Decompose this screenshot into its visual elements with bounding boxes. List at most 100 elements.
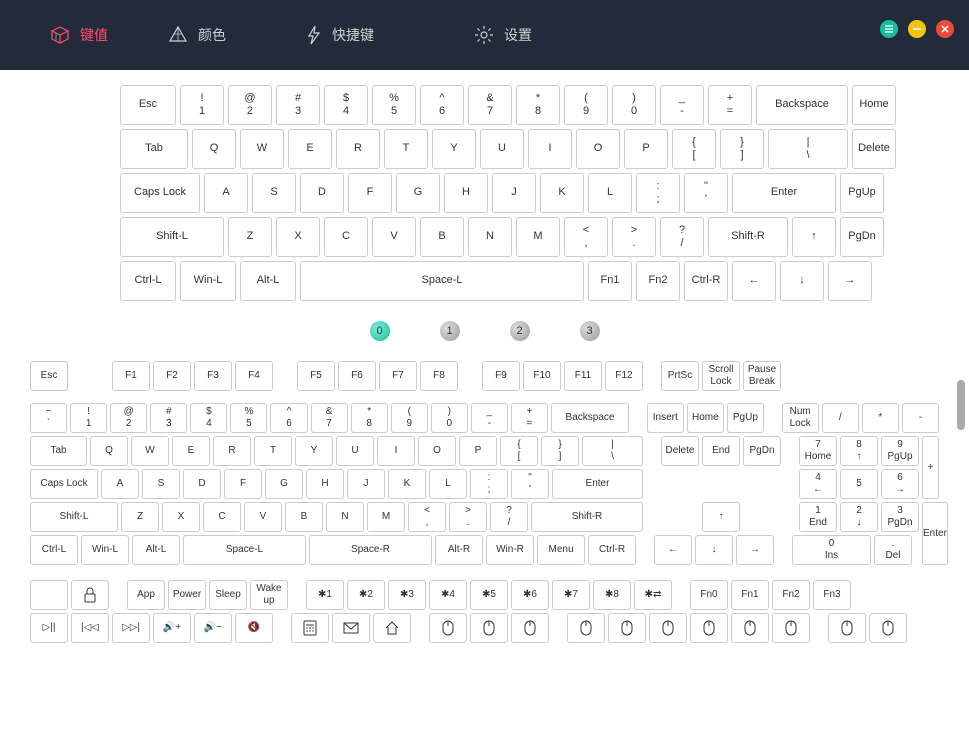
key-pgup[interactable]: PgUp	[727, 403, 764, 433]
key-mouse-8[interactable]	[731, 613, 769, 643]
key-b[interactable]: B	[420, 217, 464, 257]
key-j[interactable]: J	[492, 173, 536, 213]
key-f10[interactable]: F10	[523, 361, 561, 391]
key-5[interactable]: % 5	[230, 403, 267, 433]
key-enter[interactable]: Enter	[732, 173, 836, 213]
key-h[interactable]: H	[444, 173, 488, 213]
key-e[interactable]: E	[288, 129, 332, 169]
key-f[interactable]: F	[348, 173, 392, 213]
key-t[interactable]: T	[384, 129, 428, 169]
key-fn2[interactable]: Fn2	[636, 261, 680, 301]
key-8[interactable]: * 8	[516, 85, 560, 125]
key-v[interactable]: V	[244, 502, 282, 532]
key-a[interactable]: A	[101, 469, 139, 499]
key-shift-l[interactable]: Shift-L	[120, 217, 224, 257]
key-f3[interactable]: F3	[194, 361, 232, 391]
key-quote[interactable]: " '	[684, 173, 728, 213]
key-x[interactable]: X	[162, 502, 200, 532]
key-up[interactable]: ↑	[792, 217, 836, 257]
key-num5[interactable]: 5	[840, 469, 878, 499]
key-fn3[interactable]: Fn3	[813, 580, 851, 610]
key-g[interactable]: G	[396, 173, 440, 213]
key-7[interactable]: & 7	[468, 85, 512, 125]
key-tab[interactable]: Tab	[30, 436, 87, 466]
key-y[interactable]: Y	[295, 436, 333, 466]
key-win-l[interactable]: Win-L	[180, 261, 236, 301]
key-f7[interactable]: F7	[379, 361, 417, 391]
key-mail[interactable]	[332, 613, 370, 643]
key-h[interactable]: H	[306, 469, 344, 499]
key-q[interactable]: Q	[192, 129, 236, 169]
key-quote[interactable]: " '	[511, 469, 549, 499]
key-3[interactable]: # 3	[276, 85, 320, 125]
key-left[interactable]: ←	[654, 535, 692, 565]
key-playpause[interactable]: ▷||	[30, 613, 68, 643]
key-p[interactable]: P	[624, 129, 668, 169]
key-s[interactable]: S	[252, 173, 296, 213]
key-enter[interactable]: Enter	[552, 469, 643, 499]
scrollbar[interactable]	[957, 380, 965, 720]
key-comma[interactable]: < ,	[408, 502, 446, 532]
key-semicolon[interactable]: : ;	[636, 173, 680, 213]
key-right[interactable]: →	[736, 535, 774, 565]
key-win-l[interactable]: Win-L	[81, 535, 129, 565]
key-d[interactable]: D	[183, 469, 221, 499]
key-pgup[interactable]: PgUp	[840, 173, 884, 213]
key-mouse-7[interactable]	[690, 613, 728, 643]
key-f12[interactable]: F12	[605, 361, 643, 391]
key-backslash[interactable]: | \	[582, 436, 643, 466]
key-lock[interactable]	[71, 580, 109, 610]
key-mouse-3[interactable]	[511, 613, 549, 643]
scrollbar-thumb[interactable]	[957, 380, 965, 430]
key-x[interactable]: X	[276, 217, 320, 257]
key-fn1[interactable]: Fn1	[588, 261, 632, 301]
key-numlock[interactable]: Num Lock	[782, 403, 819, 433]
key-mouse-1[interactable]	[429, 613, 467, 643]
key-9[interactable]: ( 9	[391, 403, 428, 433]
key-fn1[interactable]: Fn1	[731, 580, 769, 610]
key-ctrl-r[interactable]: Ctrl-R	[588, 535, 636, 565]
key-alt-r[interactable]: Alt-R	[435, 535, 483, 565]
key-equals[interactable]: + =	[708, 85, 752, 125]
close-button[interactable]	[936, 20, 954, 38]
key-slash[interactable]: ? /	[490, 502, 528, 532]
key-4[interactable]: $ 4	[190, 403, 227, 433]
key-mouse-11[interactable]	[869, 613, 907, 643]
key-t[interactable]: T	[254, 436, 292, 466]
key-prtsc[interactable]: PrtSc	[661, 361, 699, 391]
key-0[interactable]: ) 0	[612, 85, 656, 125]
key-bt2[interactable]: ✱2	[347, 580, 385, 610]
key-numdiv[interactable]: /	[822, 403, 859, 433]
key-bt-toggle[interactable]: ✱⇄	[634, 580, 672, 610]
key-prev[interactable]: |◁◁	[71, 613, 109, 643]
key-next[interactable]: ▷▷|	[112, 613, 150, 643]
key-f[interactable]: F	[224, 469, 262, 499]
key-p[interactable]: P	[459, 436, 497, 466]
key-fn0[interactable]: Fn0	[690, 580, 728, 610]
key-equals[interactable]: + =	[511, 403, 548, 433]
key-g[interactable]: G	[265, 469, 303, 499]
key-5[interactable]: % 5	[372, 85, 416, 125]
key-left[interactable]: ←	[732, 261, 776, 301]
key-u[interactable]: U	[336, 436, 374, 466]
key-numplus[interactable]: +	[922, 436, 939, 499]
key-pgdn[interactable]: PgDn	[840, 217, 884, 257]
key-space-r[interactable]: Space-R	[309, 535, 432, 565]
key-m[interactable]: M	[367, 502, 405, 532]
key-bt5[interactable]: ✱5	[470, 580, 508, 610]
key-6[interactable]: ^ 6	[270, 403, 307, 433]
key-f2[interactable]: F2	[153, 361, 191, 391]
key-minus[interactable]: _ -	[471, 403, 508, 433]
key-mouse-4[interactable]	[567, 613, 605, 643]
key-up[interactable]: ↑	[702, 502, 740, 532]
key-d[interactable]: D	[300, 173, 344, 213]
key-space-l[interactable]: Space-L	[183, 535, 306, 565]
key-f6[interactable]: F6	[338, 361, 376, 391]
key-l[interactable]: L	[429, 469, 467, 499]
key-home[interactable]: Home	[852, 85, 896, 125]
key-c[interactable]: C	[203, 502, 241, 532]
key-o[interactable]: O	[418, 436, 456, 466]
key-q[interactable]: Q	[90, 436, 128, 466]
key-c[interactable]: C	[324, 217, 368, 257]
key-blank[interactable]	[30, 580, 68, 610]
